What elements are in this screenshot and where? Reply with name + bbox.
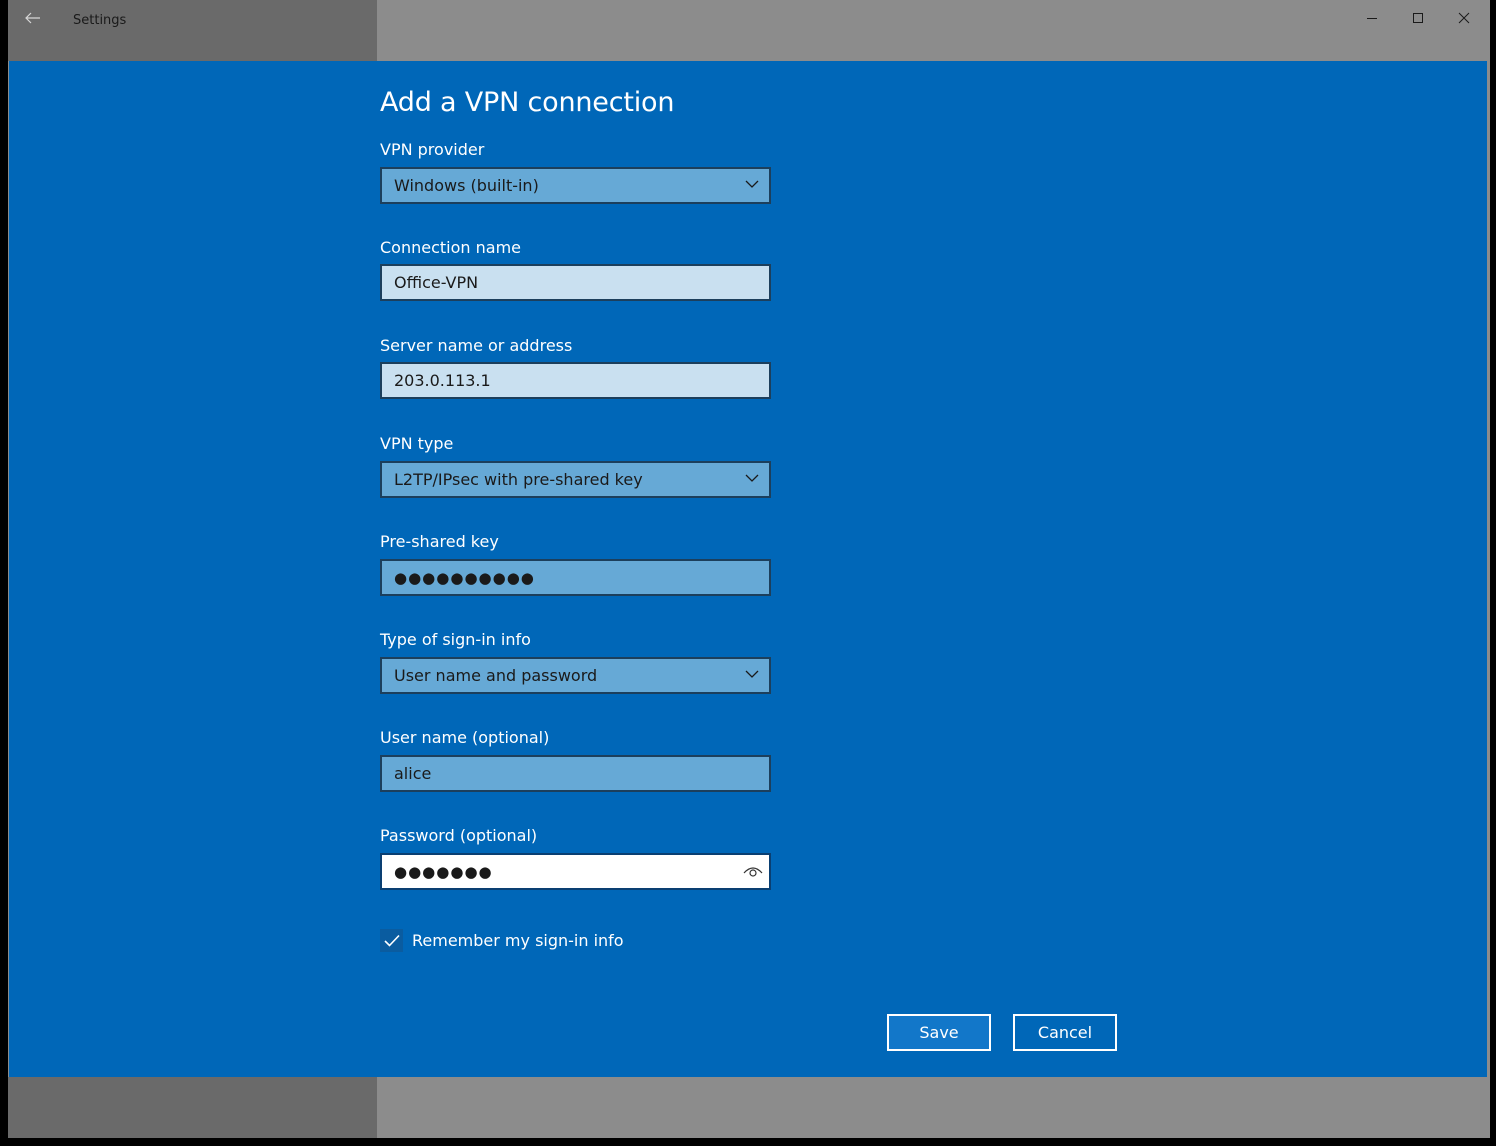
close-icon	[1458, 12, 1470, 24]
username-label: User name (optional)	[380, 728, 550, 747]
server-label: Server name or address	[380, 336, 573, 355]
signin-type-value: User name and password	[394, 666, 598, 685]
connection-name-value: Office-VPN	[394, 273, 479, 292]
vpn-provider-value: Windows (built-in)	[394, 176, 539, 195]
vpn-type-label: VPN type	[380, 434, 454, 453]
psk-value: ●●●●●●●●●●	[394, 568, 535, 587]
vpn-type-select[interactable]: L2TP/IPsec with pre-shared key	[380, 461, 771, 498]
settings-window: Settings Add a VPN connection VPN provid…	[8, 0, 1490, 1138]
dialog-title: Add a VPN connection	[380, 87, 675, 118]
server-value: 203.0.113.1	[394, 371, 491, 390]
title-bar: Settings	[8, 0, 1490, 40]
signin-type-select[interactable]: User name and password	[380, 657, 771, 694]
add-vpn-dialog: Add a VPN connection VPN provider Window…	[9, 61, 1487, 1077]
chevron-down-icon	[745, 670, 759, 678]
password-label: Password (optional)	[380, 826, 538, 845]
vpn-provider-label: VPN provider	[380, 140, 485, 159]
app-title: Settings	[73, 13, 127, 28]
cancel-button[interactable]: Cancel	[1013, 1014, 1117, 1051]
back-arrow-icon	[25, 12, 40, 24]
checkmark-icon	[383, 934, 400, 947]
password-input[interactable]: ●●●●●●●	[380, 853, 771, 890]
close-button[interactable]	[1444, 4, 1484, 32]
psk-label: Pre-shared key	[380, 532, 499, 551]
reveal-password-icon[interactable]	[743, 863, 763, 879]
vpn-type-value: L2TP/IPsec with pre-shared key	[394, 470, 643, 489]
maximize-icon	[1413, 13, 1423, 23]
remember-signin-label: Remember my sign-in info	[412, 931, 624, 950]
maximize-button[interactable]	[1398, 4, 1438, 32]
signin-type-label: Type of sign-in info	[380, 630, 531, 649]
vpn-provider-select[interactable]: Windows (built-in)	[380, 167, 771, 204]
username-value: alice	[394, 764, 432, 783]
psk-input[interactable]: ●●●●●●●●●●	[380, 559, 771, 596]
nav-pane-bottom	[8, 1077, 377, 1138]
username-input[interactable]: alice	[380, 755, 771, 792]
chevron-down-icon	[745, 180, 759, 188]
connection-name-input[interactable]: Office-VPN	[380, 264, 771, 301]
checkbox-box[interactable]	[380, 929, 403, 952]
minimize-icon	[1367, 18, 1377, 19]
back-button[interactable]	[18, 4, 48, 32]
connection-name-label: Connection name	[380, 238, 521, 257]
minimize-button[interactable]	[1352, 4, 1392, 32]
chevron-down-icon	[745, 474, 759, 482]
save-button[interactable]: Save	[887, 1014, 991, 1051]
server-input[interactable]: 203.0.113.1	[380, 362, 771, 399]
password-value: ●●●●●●●	[394, 862, 493, 881]
remember-signin-checkbox[interactable]: Remember my sign-in info	[380, 929, 624, 952]
